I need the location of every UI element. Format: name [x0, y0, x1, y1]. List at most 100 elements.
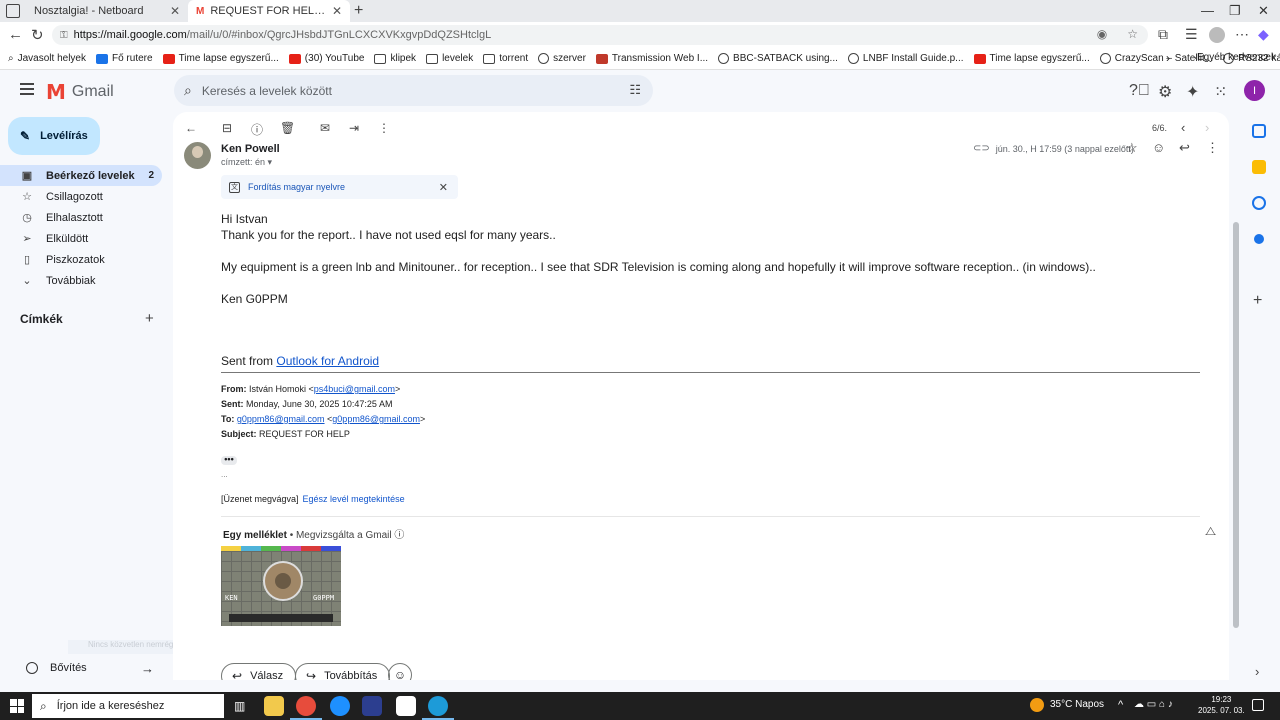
bookmark-item[interactable]: LNBF Install Guide.p...: [847, 53, 964, 64]
extensions-button[interactable]: Bővítés →: [26, 661, 154, 676]
to-email-link[interactable]: g0ppm86@gmail.com: [332, 414, 420, 424]
delete-icon[interactable]: 🗑: [280, 121, 295, 135]
taskbar-search-input[interactable]: ⌕ Írjon ide a kereséshez: [32, 694, 224, 718]
scrollbar-thumb[interactable]: [1233, 222, 1239, 628]
chevron-right-icon[interactable]: ›: [1166, 51, 1170, 65]
site-info-icon[interactable]: ⚿: [60, 30, 68, 41]
tray-icons[interactable]: ☁ ▭ ⌂ ♪: [1134, 699, 1173, 710]
favorites-icon[interactable]: ☰: [1185, 26, 1198, 43]
close-window-icon[interactable]: ✕: [1258, 3, 1269, 19]
get-addons-icon[interactable]: +: [1253, 292, 1262, 310]
system-clock[interactable]: 19:23 2025. 07. 03.: [1198, 694, 1245, 716]
recipient-details[interactable]: címzett: én ▾: [221, 157, 272, 168]
newer-icon[interactable]: ‹: [1181, 120, 1185, 135]
archive-icon[interactable]: ⊟: [222, 121, 232, 135]
from-email-link[interactable]: ps4buci@gmail.com: [314, 384, 395, 394]
emoji-reaction-button[interactable]: ☺: [388, 663, 412, 680]
calendar-icon[interactable]: [1252, 124, 1266, 138]
search-options-icon[interactable]: ☷: [629, 82, 641, 98]
keep-icon[interactable]: [1252, 160, 1266, 174]
view-entire-message-link[interactable]: Egész levél megtekintése: [303, 494, 405, 504]
bookmark-item[interactable]: BBC-SATBACK using...: [718, 53, 838, 64]
bookmark-item[interactable]: (30) YouTube: [288, 53, 364, 64]
close-icon[interactable]: ✕: [439, 181, 448, 194]
sidebar-item-starred[interactable]: ☆ Csillagozott: [0, 186, 165, 207]
tasks-icon[interactable]: [1252, 196, 1266, 210]
bookmark-item[interactable]: klipek: [374, 53, 416, 64]
compose-button[interactable]: ✎ Levélírás: [8, 117, 100, 155]
browser-tab-gmail[interactable]: M REQUEST FOR HELP - ps4buci@gmail.com ✕: [188, 0, 350, 22]
show-trimmed-content-button[interactable]: •••: [221, 455, 237, 465]
to-email-link[interactable]: g0ppm86@gmail.com: [237, 414, 325, 424]
close-tab-icon[interactable]: ✕: [170, 4, 180, 18]
favorite-star-icon[interactable]: ☆: [1127, 27, 1138, 41]
reply-button[interactable]: ↩ Válasz: [221, 663, 297, 680]
help-icon[interactable]: ?⃝: [1129, 82, 1150, 100]
settings-gear-icon[interactable]: ⚙: [1158, 82, 1172, 102]
browser-tab-netboard[interactable]: Nosztalgia! - Netboard ✕: [26, 0, 188, 22]
gemini-sparkle-icon[interactable]: ✦: [1186, 82, 1199, 102]
translate-label[interactable]: Fordítás magyar nyelvre: [248, 182, 345, 192]
tab-actions-icon[interactable]: [6, 4, 20, 18]
windows-start-icon[interactable]: [10, 699, 24, 713]
bookmark-item[interactable]: Transmission Web I...: [595, 53, 708, 64]
sidebar-item-inbox[interactable]: ▣ Beérkező levelek 2: [0, 165, 162, 186]
bookmark-item[interactable]: Time lapse egyszerű...: [973, 53, 1090, 64]
emoji-react-icon[interactable]: ☺: [1152, 140, 1165, 155]
maximize-icon[interactable]: ❐: [1229, 3, 1241, 19]
report-spam-icon[interactable]: ⓘ: [251, 121, 263, 138]
settings-more-icon[interactable]: ⋯: [1235, 26, 1249, 43]
reply-icon[interactable]: ↩: [1179, 140, 1190, 156]
sidebar-item-more[interactable]: ⌄ Továbbiak: [0, 270, 165, 291]
apps-grid-icon[interactable]: ⁙: [1214, 82, 1227, 102]
add-to-drive-icon[interactable]: ⧍: [1205, 524, 1216, 539]
contacts-icon[interactable]: [1254, 234, 1264, 244]
address-bar[interactable]: ⚿ https://mail.google.com/mail/u/0/#inbo…: [52, 25, 1148, 45]
tray-chevron-up-icon[interactable]: ^: [1118, 699, 1123, 711]
extensions-icon[interactable]: ⧉: [1158, 26, 1168, 43]
move-to-icon[interactable]: ⇥: [349, 121, 359, 135]
task-view-icon[interactable]: ▥: [234, 699, 245, 713]
notification-icon[interactable]: [1252, 699, 1264, 711]
edge-icon[interactable]: [422, 696, 454, 720]
search-icon[interactable]: ⌕: [184, 82, 192, 99]
new-tab-icon[interactable]: +: [354, 2, 363, 20]
eye-icon[interactable]: ◉: [1097, 27, 1107, 41]
sender-name[interactable]: Ken Powell: [221, 143, 280, 155]
copilot-icon[interactable]: ◆: [1258, 26, 1269, 43]
outlook-link[interactable]: Outlook for Android: [276, 354, 379, 368]
close-tab-icon[interactable]: ✕: [332, 4, 342, 18]
sender-avatar[interactable]: [184, 142, 211, 169]
profile-avatar[interactable]: [1209, 27, 1225, 43]
account-avatar[interactable]: I: [1244, 80, 1265, 101]
bookmark-item[interactable]: ⌕ Javasolt helyek: [8, 53, 86, 64]
add-label-icon[interactable]: +: [145, 310, 154, 327]
gmail-logo[interactable]: M Gmail: [46, 80, 114, 104]
more-vert-icon[interactable]: ⋮: [1206, 140, 1219, 156]
chrome-icon[interactable]: [290, 696, 322, 720]
search-input[interactable]: ⌕ Keresés a levelek között ☷: [174, 75, 653, 106]
bookmark-item[interactable]: Time lapse egyszerű...: [162, 53, 279, 64]
older-icon[interactable]: ›: [1205, 120, 1209, 135]
info-icon[interactable]: ⓘ: [394, 530, 404, 541]
bookmark-item[interactable]: Fő rutere: [95, 53, 153, 64]
star-icon[interactable]: ☆: [1126, 140, 1138, 156]
other-bookmarks[interactable]: Egyéb kedvencek: [1195, 52, 1276, 63]
back-to-inbox-icon[interactable]: ←: [185, 121, 197, 135]
clapperboard-icon[interactable]: [396, 696, 416, 716]
file-explorer-icon[interactable]: [264, 696, 284, 716]
bookmark-item[interactable]: levelek: [426, 53, 473, 64]
forward-button[interactable]: ↪ Továbbítás: [295, 663, 391, 680]
skype-icon[interactable]: [330, 696, 350, 716]
reload-icon[interactable]: ↻: [31, 26, 44, 44]
translate-banner[interactable]: 文 Fordítás magyar nyelvre ✕: [221, 175, 458, 199]
sidebar-item-snoozed[interactable]: ◷ Elhalasztott: [0, 207, 165, 228]
more-vert-icon[interactable]: ⋮: [378, 121, 390, 135]
sidebar-item-sent[interactable]: ➢ Elküldött: [0, 228, 165, 249]
sidebar-item-drafts[interactable]: ▯ Piszkozatok: [0, 249, 165, 270]
side-panel-toggle-icon[interactable]: ›: [1255, 664, 1259, 679]
back-icon[interactable]: ←: [8, 26, 23, 43]
weather-text[interactable]: 35°C Napos: [1050, 699, 1104, 710]
mark-unread-icon[interactable]: ✉: [320, 121, 330, 135]
weather-sun-icon[interactable]: [1030, 698, 1044, 712]
